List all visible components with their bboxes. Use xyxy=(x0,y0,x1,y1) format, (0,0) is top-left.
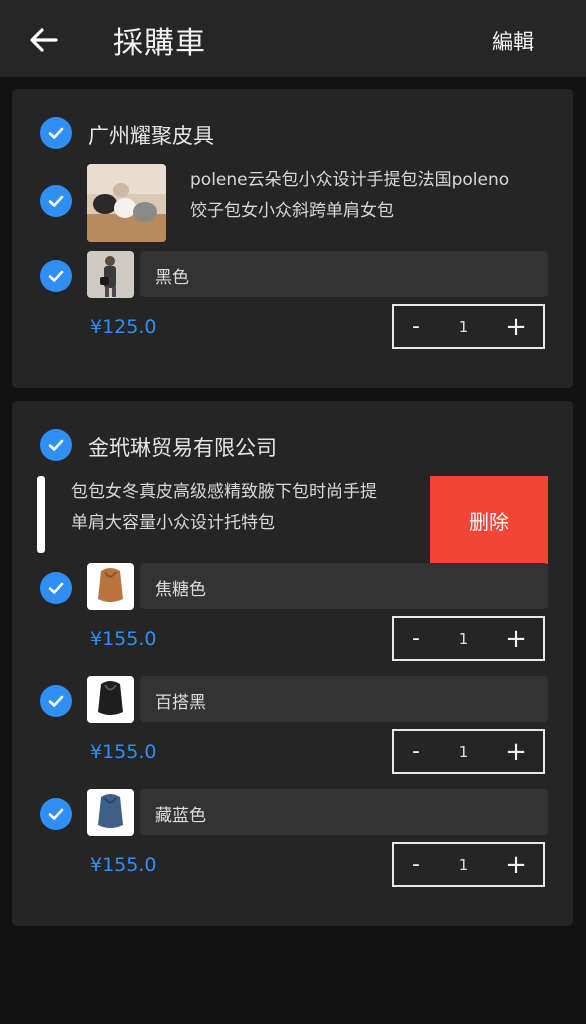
app-header: 採購車 編輯 xyxy=(0,0,586,77)
variant-price: ¥155.0 xyxy=(90,628,157,650)
page-title: 採購車 xyxy=(113,26,206,61)
variant-price: ¥125.0 xyxy=(90,316,157,338)
variant-image xyxy=(87,676,134,723)
variant-check-icon[interactable] xyxy=(40,260,72,292)
quantity-value[interactable]: 1 xyxy=(438,318,489,336)
swipe-edge-indicator xyxy=(37,476,45,553)
quantity-stepper: - 1 + xyxy=(392,616,545,661)
store-check-icon[interactable] xyxy=(40,117,72,149)
decrease-button[interactable]: - xyxy=(394,739,438,764)
store-name: 金玳琳贸易有限公司 xyxy=(88,436,277,460)
variant-option[interactable]: 焦糖色 xyxy=(140,563,548,609)
store-card: 金玳琳贸易有限公司 包包女冬真皮高级感精致腋下包时尚手提 单肩大容量小众设计托特… xyxy=(12,401,573,926)
variant-price: ¥155.0 xyxy=(90,854,157,876)
increase-button[interactable]: + xyxy=(489,850,543,880)
product-title-line: 饺子包女小众斜跨单肩女包 xyxy=(190,201,394,221)
quantity-stepper: - 1 + xyxy=(392,842,545,887)
quantity-value[interactable]: 1 xyxy=(438,743,489,761)
product-title[interactable]: 包包女冬真皮高级感精致腋下包时尚手提 单肩大容量小众设计托特包 xyxy=(71,477,431,539)
variant-check-icon[interactable] xyxy=(40,572,72,604)
product-check-icon[interactable] xyxy=(40,185,72,217)
variant-check-icon[interactable] xyxy=(40,685,72,717)
variant-option[interactable]: 百搭黑 xyxy=(140,676,548,722)
store-card: 广州耀聚皮具 polene云朵包小众设计手提包法国poleno 饺子包女小众斜跨… xyxy=(12,89,573,388)
product-title-line: 单肩大容量小众设计托特包 xyxy=(71,513,275,533)
variant-price: ¥155.0 xyxy=(90,741,157,763)
product-title[interactable]: polene云朵包小众设计手提包法国poleno 饺子包女小众斜跨单肩女包 xyxy=(190,165,560,227)
increase-button[interactable]: + xyxy=(489,737,543,767)
variant-label: 藏蓝色 xyxy=(155,806,206,826)
edit-button[interactable]: 編輯 xyxy=(492,26,534,56)
decrease-button[interactable]: - xyxy=(394,852,438,877)
product-image[interactable] xyxy=(87,164,166,242)
quantity-value[interactable]: 1 xyxy=(438,630,489,648)
variant-label: 焦糖色 xyxy=(155,580,206,600)
quantity-value[interactable]: 1 xyxy=(438,856,489,874)
increase-button[interactable]: + xyxy=(489,312,543,342)
variant-image xyxy=(87,789,134,836)
quantity-stepper: - 1 + xyxy=(392,304,545,349)
product-title-line: 包包女冬真皮高级感精致腋下包时尚手提 xyxy=(71,482,377,502)
decrease-button[interactable]: - xyxy=(394,314,438,339)
back-arrow-icon[interactable] xyxy=(26,22,62,58)
variant-label: 黑色 xyxy=(155,268,189,288)
increase-button[interactable]: + xyxy=(489,624,543,654)
delete-button[interactable]: 删除 xyxy=(430,476,548,564)
variant-label: 百搭黑 xyxy=(155,693,206,713)
variant-image xyxy=(87,563,134,610)
store-check-icon[interactable] xyxy=(40,429,72,461)
decrease-button[interactable]: - xyxy=(394,626,438,651)
store-name: 广州耀聚皮具 xyxy=(88,124,214,148)
variant-option[interactable]: 藏蓝色 xyxy=(140,789,548,835)
quantity-stepper: - 1 + xyxy=(392,729,545,774)
variant-image xyxy=(87,251,134,298)
product-title-line: polene云朵包小众设计手提包法国poleno xyxy=(190,170,510,190)
variant-option[interactable]: 黑色 xyxy=(140,251,548,297)
variant-check-icon[interactable] xyxy=(40,798,72,830)
